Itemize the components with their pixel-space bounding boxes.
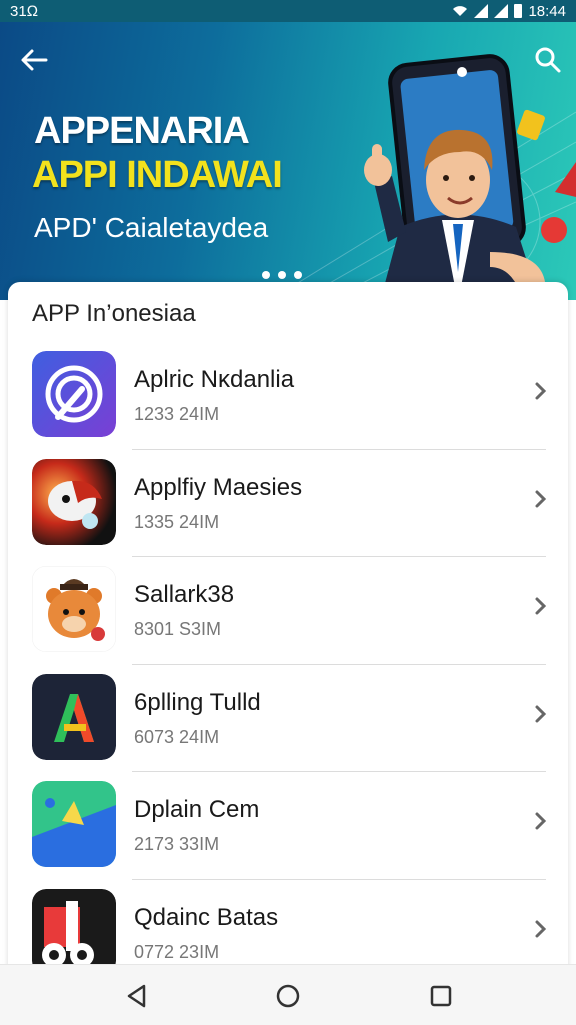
app-name: 6plling Tulld <box>134 688 261 716</box>
list-item[interactable]: Sallark38 8301 S3IM <box>8 557 568 665</box>
app-list-card: APP In’onesiaa Aplric Nĸdanlia 1233 24IM <box>8 282 568 982</box>
chevron-right-icon <box>535 597 547 615</box>
status-time: 18:44 <box>528 2 566 20</box>
app-name: Aplric Nĸdanlia <box>134 366 295 393</box>
status-bar: 31Ω 18:44 <box>0 0 576 22</box>
swirl-app-icon <box>32 351 116 437</box>
letter-a-app-icon <box>32 673 116 760</box>
map-app-icon <box>32 781 116 867</box>
chevron-right-icon <box>535 812 547 830</box>
status-icons: 18:44 <box>452 3 566 20</box>
app-size: 1335 24IM <box>134 511 220 532</box>
wifi-icon <box>453 6 468 16</box>
carousel-dot <box>278 271 286 279</box>
app-size: 6073 24IM <box>134 726 220 747</box>
chevron-right-icon <box>535 705 547 722</box>
carousel-dot <box>262 271 270 279</box>
app-size: 8301 S3IM <box>134 619 222 639</box>
app-size: 2173 33IM <box>134 834 220 854</box>
app-name: Dplain Cem <box>134 796 260 823</box>
music-app-icon <box>32 888 116 975</box>
carousel-dot <box>294 271 302 279</box>
carousel-dots <box>262 271 302 279</box>
banner-title-line2: APPI INDAWAI <box>32 154 283 196</box>
chevron-right-icon <box>535 920 547 937</box>
signal-icon-2 <box>494 4 509 18</box>
penguin-app-icon <box>32 458 116 545</box>
list-item[interactable]: Applfiy Maesies 1335 24IM <box>8 450 568 557</box>
recents-square-icon[interactable] <box>428 983 454 1009</box>
home-circle-icon[interactable] <box>275 983 301 1009</box>
list-item[interactable]: 6plling Tulld 6073 24IM <box>8 665 568 772</box>
banner-subtitle: APD' Caialetaydea <box>34 212 269 243</box>
businessman-phone-illustration <box>364 54 576 300</box>
app-name: Qdainc Batas <box>134 903 279 931</box>
list-item[interactable]: Dplain Cem 2173 33IM <box>8 772 568 880</box>
navigation-bar <box>0 964 576 1025</box>
signal-icon <box>474 4 489 18</box>
app-list: Aplric Nĸdanlia 1233 24IM Applfiy Maesie… <box>8 342 568 987</box>
back-triangle-icon[interactable] <box>124 983 150 1009</box>
app-size: 1233 24IM <box>134 404 220 424</box>
app-name: Sallark38 <box>134 581 235 608</box>
section-title: APP In’onesiaa <box>32 300 196 327</box>
app-name: Applfiy Maesies <box>134 473 303 501</box>
chevron-right-icon <box>535 382 547 400</box>
status-left-text: 31Ω <box>10 2 39 20</box>
app-size: 0772 23IM <box>134 941 220 962</box>
list-item[interactable]: Aplric Nĸdanlia 1233 24IM <box>8 342 568 450</box>
banner-title-line1: APPENARIA <box>34 110 250 152</box>
header-banner: APPENARIA APPI INDAWAI APD' Caialetaydea <box>0 22 576 300</box>
battery-icon <box>514 4 523 18</box>
chevron-right-icon <box>535 490 547 507</box>
bear-app-icon <box>32 566 116 652</box>
back-arrow-icon[interactable] <box>18 46 50 74</box>
